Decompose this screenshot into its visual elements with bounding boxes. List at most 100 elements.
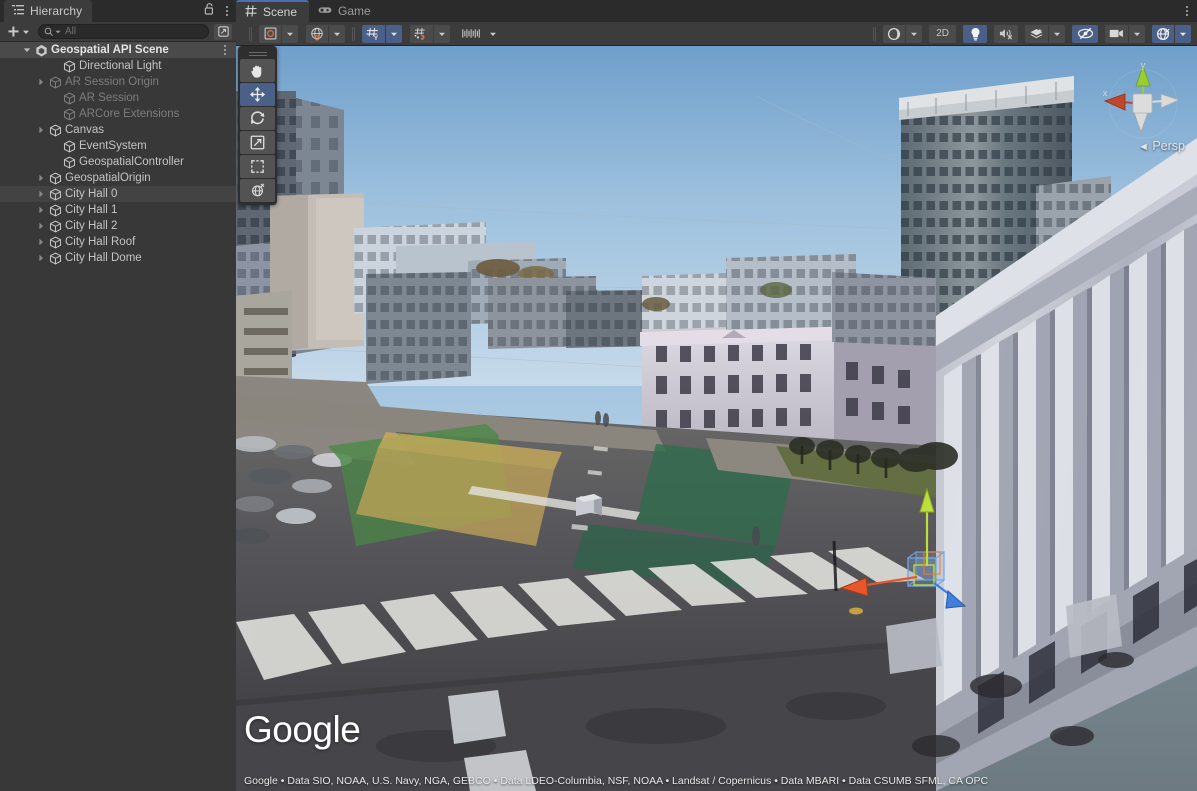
effects-layers-icon[interactable] (1025, 25, 1048, 43)
lightbulb-icon[interactable] (963, 25, 987, 43)
hierarchy-row[interactable]: Canvas (0, 122, 236, 138)
camera-icon[interactable] (1105, 25, 1128, 43)
transform-icon[interactable] (240, 179, 275, 202)
scene-row-kebab-menu-icon[interactable] (220, 42, 230, 58)
hierarchy-search-input[interactable]: All (38, 24, 209, 39)
chevron-right-icon[interactable] (34, 234, 47, 250)
scene-3d-render (236, 46, 1197, 791)
speaker-muted-icon[interactable] (994, 25, 1018, 43)
scale-icon[interactable] (240, 131, 275, 154)
tab-game-label: Game (338, 4, 371, 18)
toolbar-grip-2 (352, 27, 355, 41)
toolbar-draw-mode (259, 25, 298, 43)
hierarchy-row[interactable]: City Hall Roof (0, 234, 236, 250)
gameobject-cube-icon (47, 122, 63, 138)
hierarchy-row-label: City Hall 2 (65, 220, 117, 232)
google-watermark: Google (244, 709, 360, 751)
hierarchy-row[interactable]: EventSystem (0, 138, 236, 154)
hierarchy-row[interactable]: GeospatialOrigin (0, 170, 236, 186)
scene-shading-chevron-down-icon[interactable] (906, 25, 922, 43)
scene-camera-chevron-down-icon[interactable] (1129, 25, 1145, 43)
hierarchy-icon (12, 4, 24, 19)
hierarchy-row[interactable]: AR Session (0, 90, 236, 106)
gameobject-cube-icon (61, 154, 77, 170)
grid-y-icon[interactable]: Y (362, 25, 385, 43)
lock-open-icon[interactable] (204, 2, 215, 20)
hierarchy-row[interactable]: City Hall 2 (0, 218, 236, 234)
twisty-empty (48, 154, 61, 170)
scene-gizmos-chevron-down-icon[interactable] (1175, 25, 1191, 43)
toolbar-scene-shading (883, 25, 922, 43)
hierarchy-row-label: City Hall Roof (65, 236, 135, 248)
hierarchy-row[interactable]: Directional Light (0, 58, 236, 74)
hand-icon[interactable] (240, 59, 275, 82)
ruler-icon[interactable] (458, 25, 484, 43)
scene-tool-palette (238, 46, 277, 205)
tab-scene[interactable]: Scene (236, 0, 309, 22)
tab-game[interactable]: Game (309, 0, 383, 22)
search-filter-chevron-icon (55, 29, 61, 35)
hierarchy-toolbar: All (0, 22, 236, 42)
toggle-2d-button[interactable]: 2D (929, 25, 956, 43)
shaded-mode-icon[interactable] (259, 25, 281, 43)
scene-viewport[interactable]: y x ◄ Persp Google Google • Data SIO, NO… (236, 46, 1197, 791)
hierarchy-row[interactable]: AR Session Origin (0, 74, 236, 90)
chevron-down-icon[interactable] (20, 42, 33, 58)
hierarchy-row[interactable]: City Hall Dome (0, 250, 236, 266)
scene-projection-label[interactable]: ◄ Persp (1138, 139, 1185, 153)
grid-snapping-chevron-down-icon[interactable] (434, 25, 450, 43)
chevron-right-icon[interactable] (34, 250, 47, 266)
hierarchy-header-icons (204, 0, 232, 22)
expand-panel-icon[interactable] (214, 24, 232, 40)
hierarchy-row[interactable]: City Hall 1 (0, 202, 236, 218)
hierarchy-row-label: GeospatialOrigin (65, 172, 151, 184)
sphere-icon[interactable] (883, 25, 905, 43)
hierarchy-row[interactable]: ARCore Extensions (0, 106, 236, 122)
grid-axis-chevron-down-icon[interactable] (386, 25, 402, 43)
chevron-right-icon[interactable] (34, 218, 47, 234)
gameobject-cube-icon (61, 58, 77, 74)
gameobject-cube-icon (47, 202, 63, 218)
scene-fx-chevron-down-icon[interactable] (1049, 25, 1065, 43)
chevron-right-icon[interactable] (34, 122, 47, 138)
twisty-empty (48, 106, 61, 122)
add-gameobject-button[interactable] (4, 24, 33, 40)
unity-scene-icon (33, 42, 49, 58)
draw-mode-chevron-down-icon[interactable] (282, 25, 298, 43)
hierarchy-kebab-menu-icon[interactable] (222, 4, 232, 18)
twisty-empty (48, 58, 61, 74)
persp-arrow-icon: ◄ (1138, 141, 1149, 153)
gizmo-globe-icon[interactable] (1152, 25, 1174, 43)
hierarchy-row-label: City Hall 1 (65, 204, 117, 216)
hierarchy-row[interactable]: City Hall 0 (0, 186, 236, 202)
tool-palette-drag-handle[interactable] (238, 46, 277, 58)
rect-transform-icon[interactable] (240, 155, 275, 178)
hierarchy-row-label: AR Session Origin (65, 76, 159, 88)
globe-icon[interactable] (306, 25, 328, 43)
hierarchy-tree[interactable]: Geospatial API SceneDirectional Light AR … (0, 42, 236, 791)
hierarchy-row[interactable]: Geospatial API Scene (0, 42, 236, 58)
toolbar-grip-3 (873, 27, 876, 41)
tab-hierarchy[interactable]: Hierarchy (4, 0, 92, 22)
toolbar-snap-increment (458, 25, 501, 43)
snap-increment-chevron-down-icon[interactable] (485, 25, 501, 43)
rotate-icon[interactable] (240, 107, 275, 130)
move-arrows-icon[interactable] (240, 83, 275, 106)
chevron-right-icon[interactable] (34, 202, 47, 218)
lighting-mode-chevron-down-icon[interactable] (329, 25, 345, 43)
scene-tabstrip: Scene Game (236, 0, 1197, 22)
toolbar-grid-snapping (410, 25, 450, 43)
plus-icon (7, 25, 20, 38)
map-attribution-text: Google • Data SIO, NOAA, U.S. Navy, NGA,… (244, 775, 988, 787)
chevron-right-icon[interactable] (34, 74, 47, 90)
gizmo-axis-x-label: x (1103, 88, 1108, 98)
grid-snap-magnet-icon[interactable] (410, 25, 433, 43)
eye-slash-icon[interactable] (1072, 25, 1098, 43)
chevron-right-icon[interactable] (34, 186, 47, 202)
gameobject-cube-icon (47, 250, 63, 266)
chevron-right-icon[interactable] (34, 170, 47, 186)
toolbar-grid-axis: Y (362, 25, 402, 43)
hierarchy-row[interactable]: GeospatialController (0, 154, 236, 170)
scene-panel-menu[interactable] (1182, 0, 1192, 22)
scene-kebab-menu-icon[interactable] (1182, 0, 1192, 22)
